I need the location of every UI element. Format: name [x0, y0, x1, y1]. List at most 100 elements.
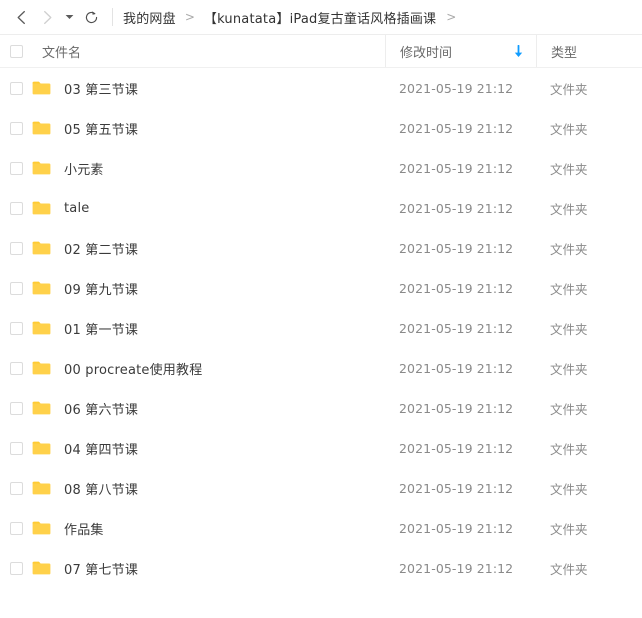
sort-arrow-down-icon[interactable] [513, 44, 524, 58]
breadcrumb: 我的网盘 > 【kunatata】iPad复古童话风格插画课 > [123, 8, 465, 27]
file-modified-time: 2021-05-19 21:12 [399, 360, 514, 376]
column-header-filename[interactable]: 文件名 [32, 35, 385, 67]
folder-icon [32, 81, 51, 95]
file-icon-cell [32, 280, 58, 296]
file-name[interactable]: 04 第四节课 [58, 439, 385, 458]
select-all-cell [0, 35, 32, 67]
file-icon-cell [32, 520, 58, 536]
refresh-button[interactable] [78, 4, 104, 30]
breadcrumb-item-root[interactable]: 我的网盘 [123, 8, 176, 27]
file-type: 文件夹 [550, 481, 588, 497]
file-icon-cell [32, 360, 58, 376]
back-button[interactable] [8, 4, 34, 30]
row-checkbox[interactable] [9, 481, 23, 495]
navigation-toolbar: 我的网盘 > 【kunatata】iPad复古童话风格插画课 > [0, 0, 642, 35]
row-select-cell [0, 361, 32, 375]
row-checkbox[interactable] [9, 201, 23, 215]
file-modified-time: 2021-05-19 21:12 [399, 280, 514, 296]
select-all-checkbox[interactable] [9, 44, 23, 58]
refresh-icon [85, 10, 97, 23]
table-row[interactable]: 06 第六节课 2021-05-19 21:12 文件夹 [0, 388, 642, 428]
row-select-cell [0, 201, 32, 215]
table-row[interactable]: 08 第八节课 2021-05-19 21:12 文件夹 [0, 468, 642, 508]
file-name[interactable]: 作品集 [58, 519, 385, 538]
file-type: 文件夹 [550, 521, 588, 537]
row-checkbox[interactable] [9, 521, 23, 535]
table-row[interactable]: 04 第四节课 2021-05-19 21:12 文件夹 [0, 428, 642, 468]
file-name[interactable]: 01 第一节课 [58, 319, 385, 338]
folder-icon [32, 441, 51, 455]
file-icon-cell [32, 80, 58, 96]
row-checkbox[interactable] [9, 241, 23, 255]
file-type: 文件夹 [550, 361, 588, 377]
table-row[interactable]: 05 第五节课 2021-05-19 21:12 文件夹 [0, 108, 642, 148]
row-checkbox[interactable] [9, 361, 23, 375]
row-checkbox[interactable] [9, 281, 23, 295]
table-row[interactable]: 01 第一节课 2021-05-19 21:12 文件夹 [0, 308, 642, 348]
file-modified-time: 2021-05-19 21:12 [399, 80, 514, 96]
folder-icon [32, 521, 51, 535]
file-icon-cell [32, 480, 58, 496]
file-modified-time: 2021-05-19 21:12 [399, 560, 514, 576]
file-icon-cell [32, 240, 58, 256]
folder-icon [32, 401, 51, 415]
row-checkbox[interactable] [9, 561, 23, 575]
column-header-modified-label: 修改时间 [400, 45, 453, 61]
table-row[interactable]: tale 2021-05-19 21:12 文件夹 [0, 188, 642, 228]
row-checkbox[interactable] [9, 401, 23, 415]
file-type: 文件夹 [550, 401, 588, 417]
file-name[interactable]: 03 第三节课 [58, 79, 385, 98]
file-list: 03 第三节课 2021-05-19 21:12 文件夹 05 第五节课 2021-05… [0, 68, 642, 588]
row-checkbox[interactable] [9, 161, 23, 175]
row-select-cell [0, 161, 32, 175]
row-select-cell [0, 481, 32, 495]
column-header-type-label: 类型 [551, 45, 578, 61]
row-checkbox[interactable] [9, 321, 23, 335]
table-row[interactable]: 小元素 2021-05-19 21:12 文件夹 [0, 148, 642, 188]
file-icon-cell [32, 120, 58, 136]
file-name[interactable]: 小元素 [58, 159, 385, 178]
row-checkbox[interactable] [9, 81, 23, 95]
file-type: 文件夹 [550, 161, 588, 177]
file-type: 文件夹 [550, 321, 588, 337]
history-dropdown-button[interactable] [60, 4, 78, 30]
folder-icon [32, 241, 51, 255]
row-checkbox[interactable] [9, 121, 23, 135]
row-checkbox[interactable] [9, 441, 23, 455]
column-header-filename-label: 文件名 [42, 45, 82, 61]
file-name[interactable]: tale [58, 201, 385, 216]
file-modified-time: 2021-05-19 21:12 [399, 200, 514, 216]
file-name[interactable]: 09 第九节课 [58, 279, 385, 298]
table-row[interactable]: 09 第九节课 2021-05-19 21:12 文件夹 [0, 268, 642, 308]
file-modified-time: 2021-05-19 21:12 [399, 240, 514, 256]
folder-icon [32, 321, 51, 335]
file-name[interactable]: 02 第二节课 [58, 239, 385, 258]
file-modified-time: 2021-05-19 21:12 [399, 480, 514, 496]
row-select-cell [0, 521, 32, 535]
breadcrumb-item-current[interactable]: 【kunatata】iPad复古童话风格插画课 [204, 8, 436, 27]
row-select-cell [0, 81, 32, 95]
folder-icon [32, 481, 51, 495]
file-name[interactable]: 08 第八节课 [58, 479, 385, 498]
column-header-modified[interactable]: 修改时间 [385, 35, 536, 67]
file-name[interactable]: 06 第六节课 [58, 399, 385, 418]
table-row[interactable]: 02 第二节课 2021-05-19 21:12 文件夹 [0, 228, 642, 268]
forward-button[interactable] [34, 4, 60, 30]
file-type: 文件夹 [550, 81, 588, 97]
row-select-cell [0, 401, 32, 415]
file-name[interactable]: 00 procreate使用教程 [58, 359, 385, 378]
file-icon-cell [32, 560, 58, 576]
table-row[interactable]: 03 第三节课 2021-05-19 21:12 文件夹 [0, 68, 642, 108]
table-row[interactable]: 07 第七节课 2021-05-19 21:12 文件夹 [0, 548, 642, 588]
file-type: 文件夹 [550, 201, 588, 217]
file-name[interactable]: 05 第五节课 [58, 119, 385, 138]
file-name[interactable]: 07 第七节课 [58, 559, 385, 578]
column-header-type[interactable]: 类型 [536, 35, 642, 67]
table-row[interactable]: 00 procreate使用教程 2021-05-19 21:12 文件夹 [0, 348, 642, 388]
chevron-down-icon [65, 15, 73, 19]
table-row[interactable]: 作品集 2021-05-19 21:12 文件夹 [0, 508, 642, 548]
file-modified-time: 2021-05-19 21:12 [399, 520, 514, 536]
file-type: 文件夹 [550, 281, 588, 297]
file-type: 文件夹 [550, 121, 588, 137]
file-type: 文件夹 [550, 441, 588, 457]
